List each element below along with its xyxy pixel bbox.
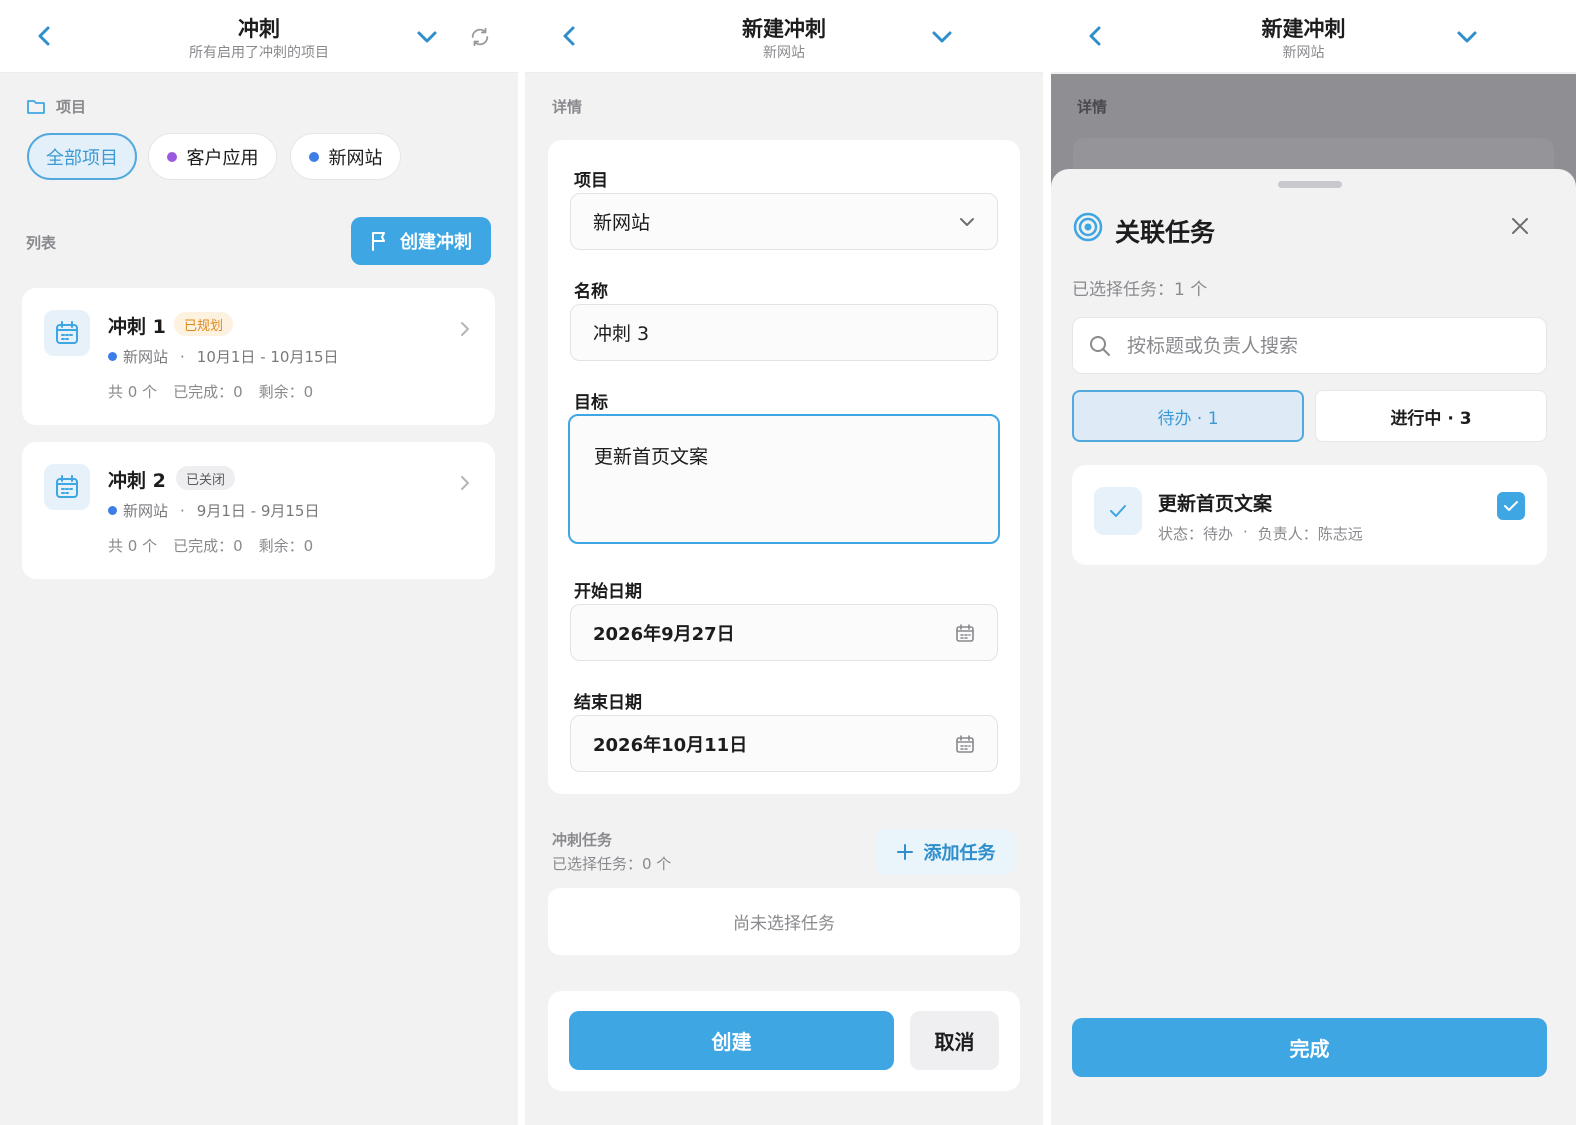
check-icon bbox=[1094, 487, 1142, 535]
sheet-grabber[interactable] bbox=[1278, 181, 1342, 188]
task-item[interactable]: 更新首页文案 状态：待办 · 负责人：陈志远 bbox=[1072, 465, 1547, 565]
status-badge: 已规划 bbox=[174, 312, 234, 336]
form-actions: 创建 取消 bbox=[548, 991, 1020, 1091]
sheet-title: 关联任务 bbox=[1115, 218, 1216, 247]
link-tasks-sheet: 关联任务 已选择任务：1 个 待办 · 1 进行中 · 3 更新首页文案 状态：… bbox=[1051, 169, 1576, 1125]
sprint-card[interactable]: 冲刺 2 已关闭 新网站 · 9月1日 - 9月15日 共 0 个 已完成：0 … bbox=[22, 442, 495, 579]
chevron-down-icon bbox=[1457, 31, 1477, 43]
chip-all-projects[interactable]: 全部项目 bbox=[27, 133, 137, 180]
details-section-label: 详情 bbox=[1077, 98, 1108, 116]
sprint-meta: 新网站 · 10月1日 - 10月15日 bbox=[108, 346, 339, 367]
sprint-stats: 共 0 个 已完成：0 剩余：0 bbox=[108, 537, 314, 555]
sprint-name: 冲刺 2 bbox=[108, 470, 166, 492]
top-bar: 新建冲刺 新网站 bbox=[525, 0, 1043, 73]
task-title: 更新首页文案 bbox=[1158, 493, 1273, 515]
calendar-icon bbox=[44, 310, 90, 356]
chevron-down-icon bbox=[960, 217, 974, 226]
page-title: 新建冲刺 bbox=[742, 17, 826, 41]
projects-section-label: 项目 bbox=[26, 96, 86, 117]
sprint-stats: 共 0 个 已完成：0 剩余：0 bbox=[108, 383, 314, 401]
project-label: 项目 bbox=[574, 171, 608, 191]
folder-icon bbox=[27, 99, 45, 114]
chevron-right-icon bbox=[459, 474, 471, 496]
sprint-name: 冲刺 1 bbox=[108, 316, 166, 338]
target-icon bbox=[1073, 212, 1103, 246]
empty-tasks-placeholder: 尚未选择任务 bbox=[548, 888, 1020, 955]
project-color-dot bbox=[166, 151, 177, 162]
selected-tasks-count: 已选择任务：0 个 bbox=[552, 855, 672, 873]
project-color-dot bbox=[108, 352, 117, 361]
start-date-input[interactable]: 2026年9月27日 bbox=[570, 604, 998, 661]
details-section-label: 详情 bbox=[552, 98, 583, 116]
dropdown-button[interactable] bbox=[1452, 22, 1482, 52]
close-button[interactable] bbox=[1509, 215, 1531, 241]
create-sprint-button[interactable]: 创建冲刺 bbox=[351, 217, 491, 265]
project-color-dot bbox=[308, 151, 319, 162]
goal-textarea[interactable]: 更新首页文案 bbox=[568, 414, 1000, 544]
chip-new-website[interactable]: 新网站 bbox=[290, 133, 401, 180]
name-label: 名称 bbox=[574, 282, 608, 302]
selected-tasks-count: 已选择任务：1 个 bbox=[1072, 280, 1208, 300]
list-section-label: 列表 bbox=[26, 234, 57, 252]
project-color-dot bbox=[108, 506, 117, 515]
calendar-icon bbox=[956, 734, 974, 753]
search-input[interactable] bbox=[1127, 334, 1527, 357]
link-tasks-screen: 新建冲刺 新网站 详情 关联任务 已选择任务：1 个 待办 · 1 进行中 · … bbox=[1051, 0, 1576, 1125]
done-button[interactable]: 完成 bbox=[1072, 1018, 1547, 1077]
project-select[interactable]: 新网站 bbox=[570, 193, 998, 250]
tab-in-progress[interactable]: 进行中 · 3 bbox=[1315, 390, 1547, 442]
name-input[interactable]: 冲刺 3 bbox=[570, 304, 998, 361]
sprint-tasks-label: 冲刺任务 bbox=[552, 831, 613, 849]
start-date-label: 开始日期 bbox=[574, 582, 642, 602]
calendar-icon bbox=[956, 623, 974, 642]
task-checkbox[interactable] bbox=[1497, 492, 1525, 520]
add-task-button[interactable]: 添加任务 bbox=[876, 829, 1015, 875]
top-bar: 冲刺 所有启用了冲刺的项目 bbox=[0, 0, 518, 73]
new-sprint-screen: 新建冲刺 新网站 详情 项目 新网站 名称 冲刺 3 目标 更新首页文案 开始日… bbox=[525, 0, 1043, 1125]
create-button[interactable]: 创建 bbox=[569, 1011, 894, 1070]
page-subtitle: 新网站 bbox=[763, 45, 805, 61]
close-icon bbox=[1512, 218, 1528, 234]
status-badge: 已关闭 bbox=[176, 466, 236, 490]
task-meta: 状态：待办 · 负责人：陈志远 bbox=[1158, 523, 1363, 543]
tab-todo[interactable]: 待办 · 1 bbox=[1072, 390, 1304, 442]
goal-label: 目标 bbox=[574, 393, 608, 413]
flag-icon bbox=[372, 232, 385, 251]
task-search[interactable] bbox=[1072, 317, 1547, 374]
plus-icon bbox=[896, 844, 913, 860]
refresh-icon bbox=[471, 27, 489, 47]
end-date-input[interactable]: 2026年10月11日 bbox=[570, 715, 998, 772]
sprint-form: 项目 新网站 名称 冲刺 3 目标 更新首页文案 开始日期 2026年9月27日… bbox=[548, 140, 1020, 794]
chevron-right-icon bbox=[459, 320, 471, 342]
search-icon bbox=[1090, 335, 1110, 356]
sprint-card[interactable]: 冲刺 1 已规划 新网站 · 10月1日 - 10月15日 共 0 个 已完成：… bbox=[22, 288, 495, 425]
sprint-meta: 新网站 · 9月1日 - 9月15日 bbox=[108, 500, 319, 521]
calendar-icon bbox=[44, 464, 90, 510]
top-bar: 新建冲刺 新网站 bbox=[1051, 0, 1576, 73]
refresh-button[interactable] bbox=[465, 22, 495, 52]
dropdown-button[interactable] bbox=[927, 22, 957, 52]
cancel-button[interactable]: 取消 bbox=[910, 1011, 999, 1070]
end-date-label: 结束日期 bbox=[574, 693, 642, 713]
chevron-down-icon bbox=[932, 31, 952, 43]
dropdown-button[interactable] bbox=[412, 22, 442, 52]
chevron-down-icon bbox=[417, 31, 437, 43]
chip-client-app[interactable]: 客户应用 bbox=[148, 133, 277, 180]
checkmark-icon bbox=[1504, 501, 1518, 511]
sprints-screen: 冲刺 所有启用了冲刺的项目 项目 全部项目 客户应用 新网站 列表 创建冲刺 冲… bbox=[0, 0, 518, 1125]
